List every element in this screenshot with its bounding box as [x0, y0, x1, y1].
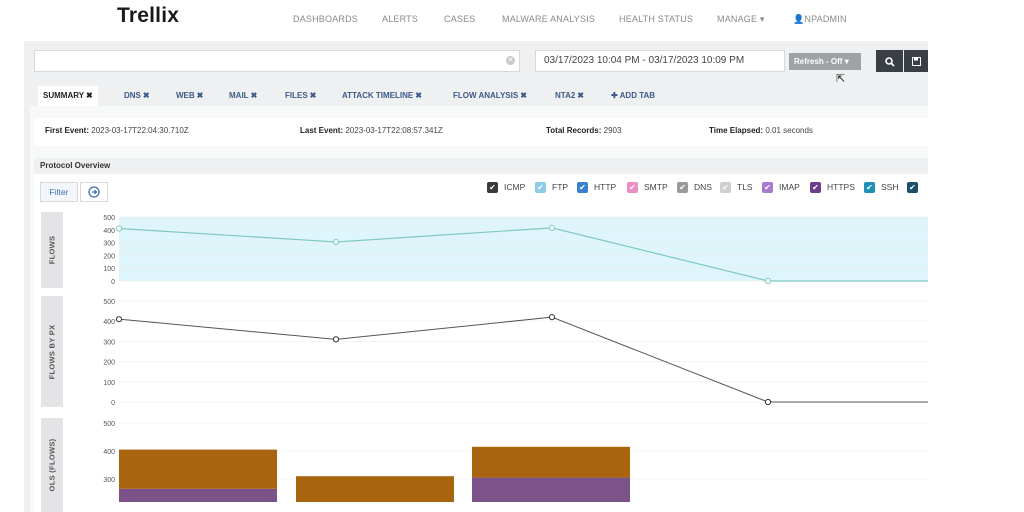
flows-by-px-chart: 500 400 300 200 100 0 — [103, 299, 928, 407]
data-point — [115, 316, 123, 323]
y-tick-label: 200 — [103, 253, 115, 260]
y-tick-label: 500 — [103, 215, 115, 222]
data-point — [332, 238, 340, 246]
y-tick-label: 400 — [103, 449, 115, 456]
flows-chart: 500 400 300 200 100 0 — [103, 215, 928, 286]
y-tick-label: 500 — [103, 421, 115, 428]
data-point — [332, 336, 340, 343]
data-point — [115, 225, 123, 232]
y-tick-label: 400 — [103, 319, 115, 326]
bar-segment — [472, 446, 630, 478]
y-tick-label: 100 — [103, 380, 115, 387]
data-point — [764, 277, 772, 285]
y-tick-label: 300 — [103, 339, 115, 346]
bar-segment — [119, 449, 277, 489]
series-line — [118, 316, 928, 403]
protocol-charts: 500 400 300 200 100 0 500 400 300 200 100 0 500 400… — [103, 215, 928, 502]
bar-segment — [472, 477, 630, 502]
y-tick-label: 0 — [111, 400, 115, 407]
y-tick-label: 500 — [103, 299, 115, 306]
data-point — [764, 398, 772, 406]
bar-segment — [296, 476, 454, 502]
y-tick-label: 200 — [103, 360, 115, 367]
data-point — [548, 224, 556, 231]
y-tick-label: 0 — [111, 279, 115, 286]
y-tick-label: 400 — [103, 228, 115, 235]
bar-segment — [119, 488, 277, 502]
y-tick-label: 300 — [103, 477, 115, 484]
protocols-bar-chart: 500 400 300 — [103, 421, 928, 502]
y-tick-label: 100 — [103, 266, 115, 273]
y-tick-label: 300 — [103, 241, 115, 248]
plot-background — [119, 217, 928, 281]
data-point — [548, 314, 556, 321]
